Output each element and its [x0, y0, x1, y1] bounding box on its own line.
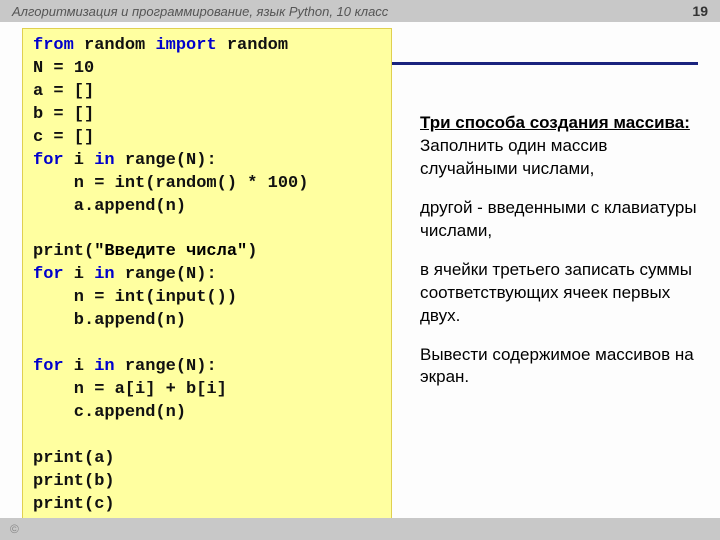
- code-token: ): [298, 174, 308, 193]
- code-token: print(a): [33, 449, 115, 468]
- header-title: Алгоритмизация и программирование, язык …: [12, 4, 388, 19]
- code-token: from: [33, 36, 74, 55]
- code-token: a = []: [33, 82, 94, 101]
- code-token: 100: [268, 174, 299, 193]
- code-token: in: [94, 357, 114, 376]
- explanation-p3: в ячейки третьего записать суммы соответ…: [420, 259, 700, 328]
- copyright-symbol: ©: [10, 522, 19, 536]
- code-token: range(N):: [115, 357, 217, 376]
- code-token: n = a[i] + b[i]: [33, 380, 227, 399]
- code-token: b = []: [33, 105, 94, 124]
- code-token: a.append(n): [33, 197, 186, 216]
- page-number: 19: [692, 3, 708, 19]
- explanation-p1: Заполнить один массив случайными числами…: [420, 136, 607, 178]
- code-token: print(: [33, 242, 94, 261]
- code-token: range(N):: [115, 265, 217, 284]
- slide-footer: ©: [0, 518, 720, 540]
- code-token: in: [94, 265, 114, 284]
- code-token: ): [247, 242, 257, 261]
- code-token: i: [64, 357, 95, 376]
- code-token: for: [33, 151, 64, 170]
- code-token: 10: [74, 59, 94, 78]
- code-token: in: [94, 151, 114, 170]
- code-token: c.append(n): [33, 403, 186, 422]
- code-token: random: [217, 36, 288, 55]
- code-token: n = int(input()): [33, 288, 237, 307]
- code-token: import: [155, 36, 216, 55]
- explanation-p4: Вывести содержимое массивов на экран.: [420, 344, 700, 390]
- explanation-p2: другой - введенными с клавиатуры числами…: [420, 197, 700, 243]
- code-token: n = int(random() *: [33, 174, 268, 193]
- code-token: for: [33, 265, 64, 284]
- code-token: c = []: [33, 128, 94, 147]
- code-token: print(b): [33, 472, 115, 491]
- code-token: "Введите числа": [94, 242, 247, 261]
- code-token: i: [64, 151, 95, 170]
- code-token: for: [33, 357, 64, 376]
- slide-header: Алгоритмизация и программирование, язык …: [0, 0, 720, 22]
- explanation-block: Три способа создания массива: Заполнить …: [420, 112, 700, 405]
- code-block: from random import random N = 10 a = [] …: [22, 28, 392, 524]
- code-token: range(N):: [115, 151, 217, 170]
- code-token: i: [64, 265, 95, 284]
- explanation-heading: Три способа создания массива:: [420, 113, 690, 132]
- code-token: b.append(n): [33, 311, 186, 330]
- code-token: random: [74, 36, 156, 55]
- code-token: print(c): [33, 495, 115, 514]
- code-token: N =: [33, 59, 74, 78]
- slide-content: from random import random N = 10 a = [] …: [0, 22, 720, 517]
